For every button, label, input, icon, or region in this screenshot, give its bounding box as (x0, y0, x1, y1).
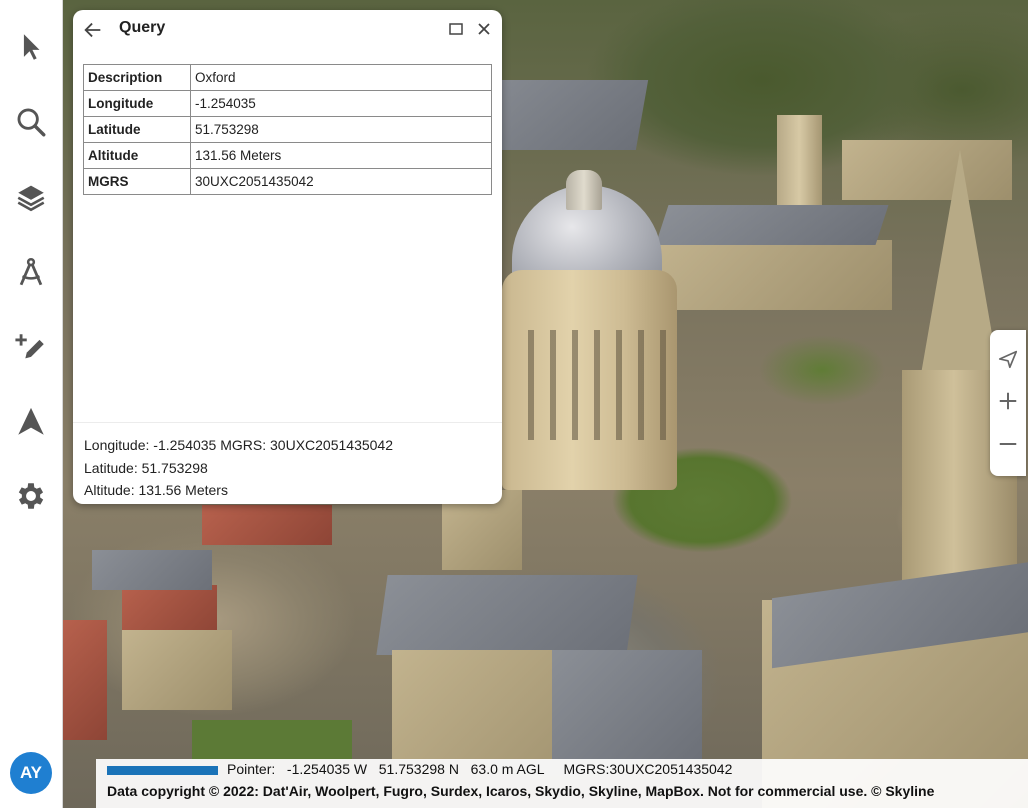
building-roof (376, 575, 638, 655)
compass-icon (19, 257, 43, 286)
summary-line: Longitude: -1.254035 MGRS: 30UXC20514350… (84, 437, 393, 453)
table-row: Latitude 51.753298 (83, 116, 492, 143)
table-row: Description Oxford (83, 64, 492, 91)
navigate-button[interactable] (11, 402, 51, 442)
query-panel: Query Description Oxford Longitude -1.25… (73, 10, 502, 504)
copyright-notice: Data copyright © 2022: Dat'Air, Woolpert… (107, 783, 935, 799)
zoom-in-icon (999, 392, 1017, 410)
table-key: Latitude (83, 116, 191, 143)
back-arrow-icon[interactable] (82, 19, 104, 41)
north-button[interactable] (995, 346, 1021, 372)
building-college (122, 630, 232, 710)
add-pencil-icon (15, 334, 44, 359)
table-value: -1.254035 (190, 90, 492, 117)
scale-bar (107, 766, 218, 775)
building-roof-red (202, 505, 332, 545)
status-bar: Pointer: -1.254035 W 51.753298 N 63.0 m … (96, 759, 1028, 808)
table-key: Altitude (83, 142, 191, 169)
close-icon[interactable] (475, 20, 493, 38)
user-avatar[interactable]: AY (10, 752, 52, 794)
building-college (652, 240, 892, 310)
draw-tool-button[interactable] (11, 327, 51, 367)
maximize-icon[interactable] (448, 21, 464, 37)
church-spire (920, 150, 1000, 380)
table-value: 131.56 Meters (190, 142, 492, 169)
navigation-arrow-icon (18, 407, 44, 435)
pointer-longitude: -1.254035 W (286, 761, 368, 777)
table-row: MGRS 30UXC2051435042 (83, 168, 492, 195)
query-panel-title: Query (119, 19, 166, 36)
layers-icon (17, 185, 45, 212)
radcliffe-camera (502, 270, 677, 490)
layers-button[interactable] (11, 177, 51, 217)
map-navigation-controls (990, 330, 1026, 476)
panel-divider (73, 422, 502, 423)
measure-tool-button[interactable] (11, 252, 51, 292)
pointer-readout: Pointer: -1.254035 W 51.753298 N 63.0 m … (227, 761, 732, 777)
query-summary: Longitude: -1.254035 MGRS: 30UXC20514350… (84, 434, 393, 502)
query-panel-header: Query (73, 10, 502, 48)
building-roof-red (122, 585, 217, 635)
table-row: Longitude -1.254035 (83, 90, 492, 117)
summary-line: Latitude: 51.753298 (84, 459, 208, 476)
table-key: Longitude (83, 90, 191, 117)
pointer-altitude: 63.0 m AGL (470, 761, 545, 777)
zoom-in-button[interactable] (995, 388, 1021, 414)
building-roof-red (62, 620, 107, 740)
gear-icon (18, 483, 44, 509)
college-tower (777, 115, 822, 205)
building-roof (655, 205, 889, 245)
building-roof (552, 650, 702, 760)
dome-lantern (566, 170, 602, 210)
zoom-out-button[interactable] (995, 431, 1021, 457)
pointer-mgrs: MGRS:30UXC2051435042 (563, 761, 733, 777)
left-toolbar: AY (0, 0, 63, 808)
query-results-table: Description Oxford Longitude -1.254035 L… (83, 64, 492, 195)
pointer-latitude: 51.753298 N (378, 761, 459, 777)
search-button[interactable] (11, 102, 51, 142)
table-value: 30UXC2051435042 (190, 168, 492, 195)
building-roof (92, 550, 212, 590)
cursor-arrow-icon (23, 34, 40, 60)
lawn (192, 720, 352, 760)
table-key: Description (83, 64, 191, 91)
table-value: Oxford (190, 64, 492, 91)
settings-button[interactable] (11, 476, 51, 516)
table-key: MGRS (83, 168, 191, 195)
select-tool-button[interactable] (11, 27, 51, 67)
summary-line: Altitude: 131.56 Meters (84, 482, 228, 498)
pointer-label: Pointer: (227, 761, 276, 777)
north-arrow-icon (998, 350, 1018, 369)
search-icon (17, 108, 46, 137)
table-row: Altitude 131.56 Meters (83, 142, 492, 169)
table-value: 51.753298 (190, 116, 492, 143)
zoom-out-icon (999, 442, 1017, 446)
